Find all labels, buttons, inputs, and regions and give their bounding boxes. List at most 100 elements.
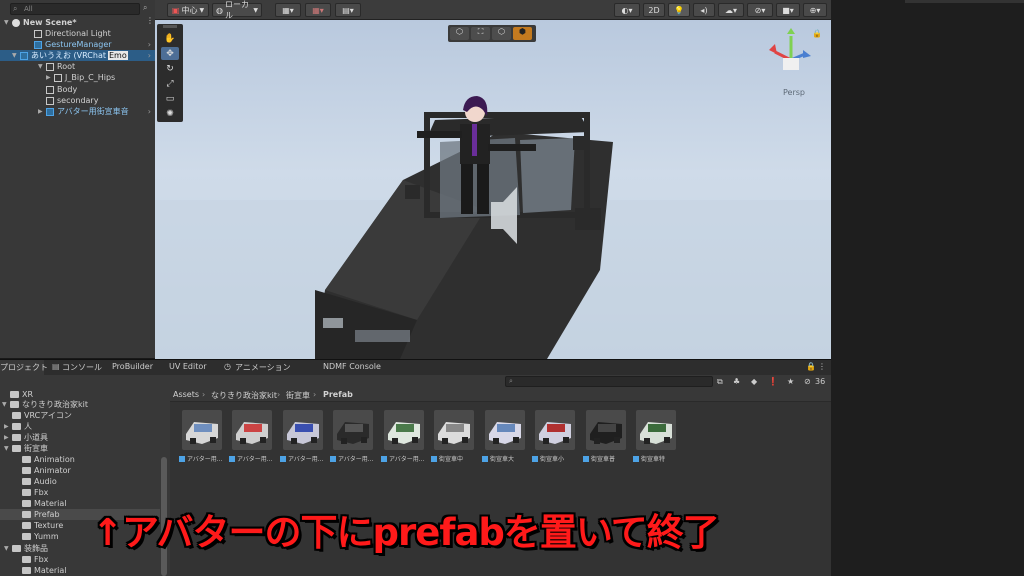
folder-item[interactable]: ▼ なりきり政治家kit [2,399,88,410]
expand-arrow-icon[interactable]: ▼ [38,63,46,70]
expand-arrow-icon[interactable]: ▼ [4,545,12,552]
menu-icon[interactable]: ⋮ [818,362,826,371]
hierarchy-item[interactable]: ▼ あいうえお (VRChat Emo › [0,50,155,61]
projection-label[interactable]: Persp [783,88,805,97]
folder-item[interactable]: Animator [12,465,71,476]
expand-arrow-icon[interactable]: ▼ [4,445,12,452]
lighting-toggle[interactable]: 💡 [668,3,690,17]
expand-arrow-icon[interactable]: ▶ [46,74,54,81]
move-tool-icon[interactable]: ✥ [161,47,179,60]
scene-view[interactable]: Persp 🔒 [155,20,831,359]
pivot-mode-dropdown[interactable]: ▣ 中心 ▼ [167,3,209,17]
rename-field-badge[interactable]: Emo [108,51,128,60]
breadcrumb-truck[interactable]: 街宣車 [286,390,310,401]
folder-item[interactable]: ▼ 装飾品 [4,543,48,554]
2d-toggle[interactable]: 2D [643,3,665,17]
increment-snap-button[interactable]: ▤▾ [335,3,361,17]
space-mode-dropdown[interactable]: ◍ ローカル ▼ [212,0,262,20]
asset-tile[interactable] [384,410,424,450]
open-prefab-chevron-icon[interactable]: › [148,40,151,49]
folder-item[interactable]: Fbx [12,554,48,565]
frame-icon[interactable]: ⛶ [471,27,490,40]
tab-project[interactable]: プロジェクト [0,362,48,373]
scene-menu-icon[interactable]: ⋮ [146,16,154,25]
grid-visibility-button[interactable]: ▦▾ [305,3,331,17]
tab-uv-editor[interactable]: UV Editor [169,362,207,371]
folder-item[interactable]: Yumm [12,531,59,542]
hierarchy-search-input[interactable]: ⌕ All [10,3,140,15]
audio-toggle[interactable]: ◂) [693,3,715,17]
expand-arrow-icon[interactable]: ▼ [12,52,20,59]
gizmos-dropdown[interactable]: ⊕▾ [803,3,827,17]
tag-icon[interactable]: ◆ [751,377,757,386]
wire-cube-icon[interactable]: ⬡ [492,27,511,40]
expand-arrow-icon[interactable]: ▼ [2,401,10,408]
hierarchy-item[interactable]: Directional Light [26,28,111,39]
asset-tile[interactable] [333,410,373,450]
shaded-cube-icon[interactable]: ⬢ [513,27,532,40]
asset-tile[interactable] [434,410,474,450]
hand-tool-icon[interactable]: ✋ [161,32,179,45]
expand-arrow-icon[interactable]: ▶ [38,108,46,115]
draw-mode-dropdown[interactable]: ◐▾ [614,3,640,17]
asset-tile[interactable] [535,410,575,450]
folder-icon [12,412,21,419]
rect-tool-icon[interactable]: ▭ [161,92,179,105]
open-prefab-chevron-icon[interactable]: › [148,51,151,60]
project-search-input[interactable]: ⌕ [505,376,713,387]
lock-icon[interactable]: 🔒 [806,362,816,371]
folder-item[interactable]: Animation [12,454,75,465]
asset-tile[interactable] [485,410,525,450]
folder-item[interactable]: Material [12,565,67,576]
transform-tool-icon[interactable]: ✺ [161,107,179,120]
hierarchy-item[interactable]: GestureManager › [26,39,155,50]
tab-animation[interactable]: アニメーション [235,362,291,373]
asset-tile[interactable] [636,410,676,450]
camera-dropdown[interactable]: ■▾ [776,3,800,17]
asset-tile[interactable] [182,410,222,450]
hidden-packages-icon[interactable]: ⊘ [804,377,811,386]
scene-row[interactable]: ▼ New Scene* [4,17,77,28]
cube-view-icon[interactable]: ⬡ [450,27,469,40]
star-icon[interactable]: ★ [787,377,794,386]
visibility-dropdown[interactable]: ⊘▾ [747,3,773,17]
expand-arrow-icon[interactable]: ▶ [4,423,12,430]
warning-icon[interactable]: ❗ [768,377,778,386]
hierarchy-item[interactable]: ▶ J_Bip_C_Hips [46,72,115,83]
tab-ndmf-console[interactable]: NDMF Console [323,362,381,371]
breadcrumb-kit[interactable]: なりきり政治家kit [211,390,277,401]
hierarchy-item[interactable]: ▼ Root [38,61,75,72]
hierarchy-item[interactable]: ▶ アバター用街宣車音 › [38,106,155,117]
search-options-icon[interactable]: ⌕ [143,3,147,13]
search-by-label-icon[interactable]: ♣ [733,377,740,386]
folder-item[interactable]: Fbx [12,487,48,498]
grid-icon: ▦▾ [282,5,294,15]
breadcrumb-prefab[interactable]: Prefab [323,390,353,399]
effects-dropdown[interactable]: ☁▾ [718,3,744,17]
tab-console[interactable]: コンソール [62,362,102,373]
hierarchy-item[interactable]: secondary [38,95,98,106]
expand-arrow-icon[interactable]: ▶ [4,434,12,441]
open-prefab-chevron-icon[interactable]: › [148,107,151,116]
lock-icon[interactable]: 🔒 [812,29,822,38]
folder-item[interactable]: ▶ 小道具 [4,432,48,443]
hierarchy-item[interactable]: Body [38,84,77,95]
tab-probuilder[interactable]: ProBuilder [112,362,153,371]
asset-tile[interactable] [283,410,323,450]
folder-item[interactable]: ▼ 街宣車 [4,443,48,454]
overlay-handle[interactable] [163,25,177,28]
folder-item[interactable]: Material [12,498,67,509]
folder-item[interactable]: Audio [12,476,57,487]
rotate-tool-icon[interactable]: ↻ [161,62,179,75]
asset-tile[interactable] [232,410,272,450]
expand-arrow-icon[interactable]: ▼ [4,19,12,26]
scale-tool-icon[interactable]: ⤢ [161,77,179,90]
search-by-type-icon[interactable]: ⧉ [717,377,723,387]
asset-tile[interactable] [586,410,626,450]
folder-item[interactable]: ▶ 人 [4,421,32,432]
scene-3d-render [155,96,831,359]
breadcrumb-assets[interactable]: Assets [173,390,199,399]
folder-item[interactable]: VRCアイコン [4,410,72,421]
folder-item[interactable]: Texture [12,520,63,531]
grid-snap-button[interactable]: ▦▾ [275,3,301,17]
